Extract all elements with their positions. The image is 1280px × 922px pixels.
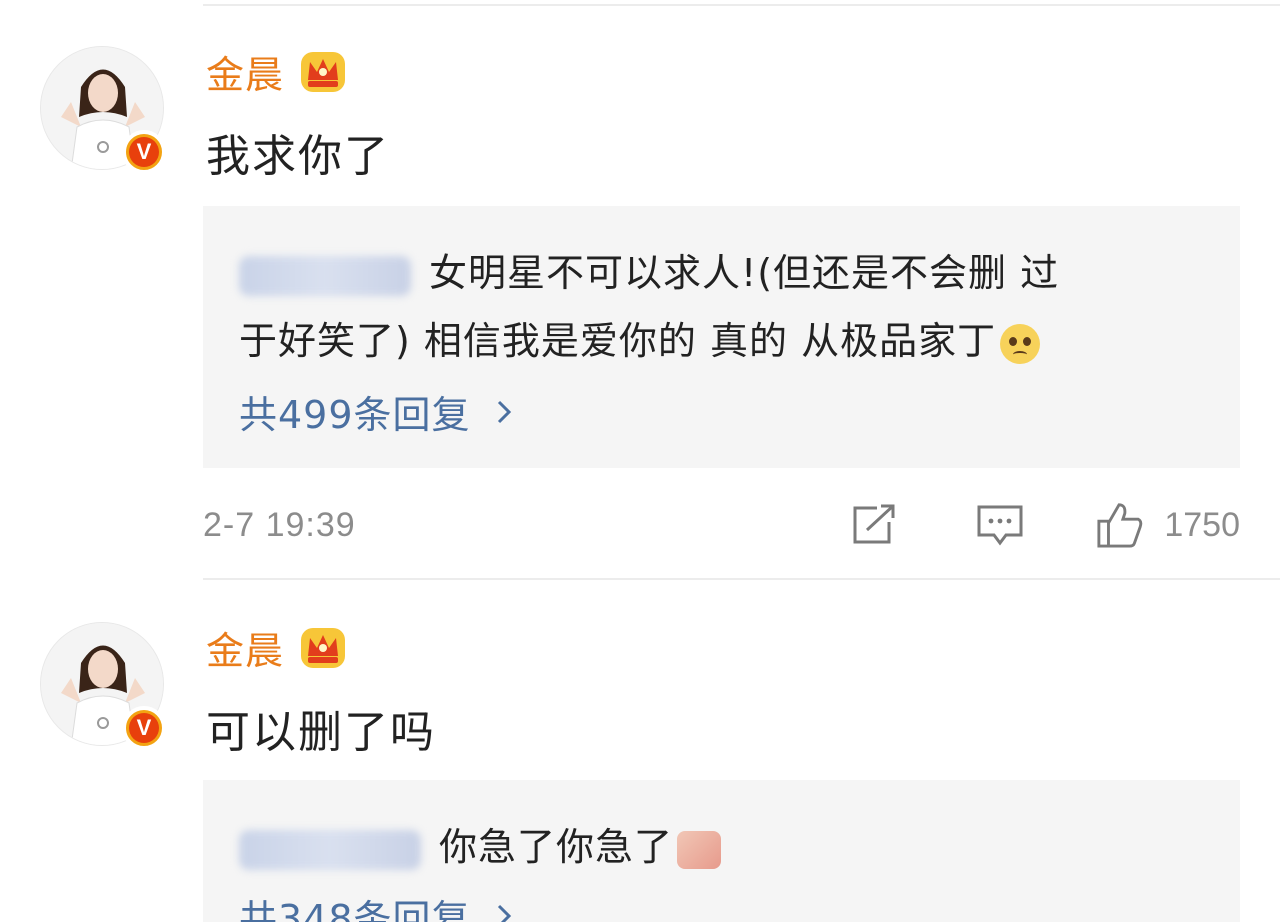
emoji-icon xyxy=(1000,323,1041,364)
avatar[interactable]: V xyxy=(40,46,166,174)
comment-divider xyxy=(203,578,1280,580)
reply-text: 于好笑了) 相信我是爱你的 真的 从极品家丁 xyxy=(239,319,997,363)
username[interactable]: 金晨 xyxy=(206,44,348,99)
chevron-right-icon xyxy=(497,400,511,423)
username-text[interactable]: 金晨 xyxy=(206,44,284,99)
view-replies-link[interactable]: 共348条回复 xyxy=(239,888,515,922)
blurred-username xyxy=(239,255,411,296)
reply-line: 女明星不可以求人!(但还是不会删 过 xyxy=(239,242,1059,297)
verified-badge-icon: V xyxy=(122,130,166,174)
username-text[interactable]: 金晨 xyxy=(206,620,284,675)
replies-count[interactable]: 共348条回复 xyxy=(239,888,471,922)
comment-text: 我求你了 xyxy=(206,131,390,182)
share-icon[interactable] xyxy=(850,501,898,549)
chevron-right-icon xyxy=(497,904,511,922)
crown-icon xyxy=(301,51,346,92)
avatar[interactable]: V xyxy=(40,622,166,750)
username[interactable]: 金晨 xyxy=(206,620,348,675)
action-bar: 1750 xyxy=(850,500,1240,550)
comment-text: 可以删了吗 xyxy=(206,707,436,758)
comment-icon[interactable] xyxy=(976,501,1024,549)
reply-line: 你急了你急了 xyxy=(239,816,722,871)
comment-meta: 2-7 19:39 1750 xyxy=(203,500,1240,550)
crown-icon xyxy=(301,627,346,668)
emoji-icon xyxy=(677,830,722,869)
timestamp: 2-7 19:39 xyxy=(203,505,356,544)
like-icon[interactable] xyxy=(1096,501,1144,549)
view-replies-link[interactable]: 共499条回复 xyxy=(239,384,515,439)
reply-text: 你急了你急了 xyxy=(439,825,674,869)
replies-count[interactable]: 共499条回复 xyxy=(239,384,471,439)
like-count: 1750 xyxy=(1164,505,1240,544)
reply-preview[interactable]: 你急了你急了 共348条回复 xyxy=(203,780,1240,922)
top-divider xyxy=(203,4,1280,6)
verified-badge-icon: V xyxy=(122,706,166,750)
blurred-username xyxy=(239,829,421,870)
reply-line: 于好笑了) 相信我是爱你的 真的 从极品家丁 xyxy=(239,310,1041,365)
reply-text: 女明星不可以求人!(但还是不会删 过 xyxy=(429,251,1060,295)
reply-preview[interactable]: 女明星不可以求人!(但还是不会删 过 于好笑了) 相信我是爱你的 真的 从极品家… xyxy=(203,206,1240,468)
